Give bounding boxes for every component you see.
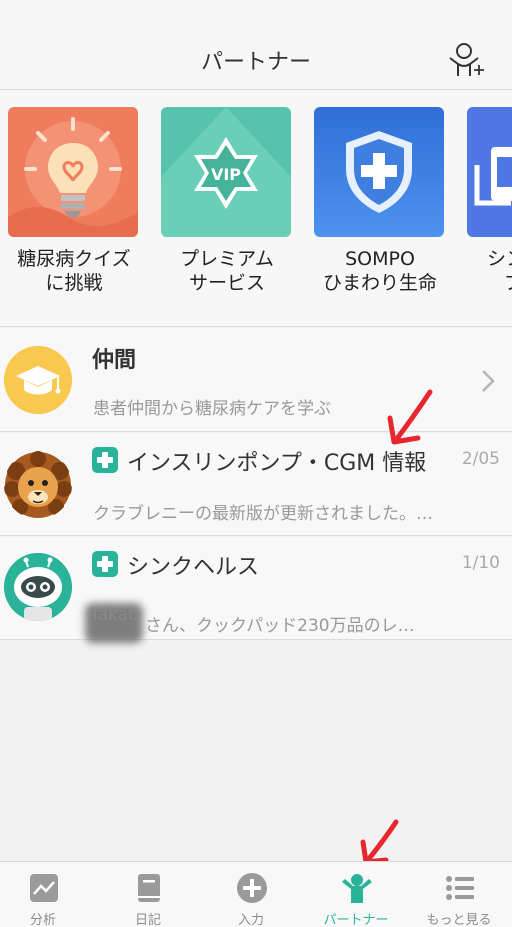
vip-star-icon: VIP [161, 107, 291, 237]
sync-health-tile[interactable]: シン ブ [467, 107, 512, 295]
community-title: 仲間 [92, 348, 137, 373]
quiz-tile-label-1: 糖尿病クイズ [17, 248, 131, 270]
partner-name-insulin: インスリンポンプ・CGM 情報 [92, 445, 426, 477]
chevron-right-icon [482, 370, 495, 392]
sync-tile-label-2: ブ [467, 271, 512, 295]
premium-tile[interactable]: VIP プレミアム サービス [161, 107, 293, 295]
partner-name-text: インスリンポンプ・CGM 情報 [127, 451, 427, 476]
tab-input[interactable]: 入力 [200, 862, 302, 927]
header: パートナー [0, 0, 512, 90]
sync-tile-label-1: シン [487, 248, 512, 270]
community-subtitle: 患者仲間から糖尿病ケアを学ぶ [93, 399, 331, 419]
graduation-cap-icon [4, 346, 72, 414]
partner-preview: クラブレニーの最新版が更新されました。… [93, 504, 433, 524]
premium-tile-label-2: サービス [188, 272, 265, 294]
tab-label: 分析 [29, 913, 56, 927]
quiz-tile-label-2: に挑戦 [45, 272, 103, 294]
lightbulb-icon [8, 107, 138, 237]
robot-avatar-icon [4, 553, 72, 621]
lion-avatar-icon [4, 451, 72, 519]
tab-label: 入力 [237, 913, 264, 927]
partner-date: 1/10 [461, 553, 500, 573]
add-friend-icon [449, 43, 484, 76]
sompo-tile[interactable]: SOMPO ひまわり生命 [314, 107, 446, 295]
diary-icon [138, 874, 160, 902]
tab-label: 日記 [134, 913, 161, 927]
tab-more[interactable]: もっと見る [408, 862, 510, 927]
tab-bar: 分析 日記 入力 パートナー もっと見る [0, 861, 512, 927]
partner-preview: Takao さん、クックパッド230万品のレ… [85, 603, 415, 643]
medical-plus-icon [92, 447, 118, 473]
partner-name-text: シンクヘルス [127, 555, 260, 580]
partner-name-synchealth: シンクヘルス [92, 549, 259, 581]
premium-tile-label-1: プレミアム [180, 248, 274, 270]
preview-user-name: Takao [90, 605, 139, 625]
tab-label: もっと見る [426, 913, 492, 927]
tab-partner[interactable]: パートナー [305, 862, 407, 927]
partner-carousel: 糖尿病クイズ に挑戦 VIP プレミアム サービス SOMPO ひまわり生命 シ [0, 91, 512, 327]
sync-health-icon [467, 107, 512, 237]
medical-plus-icon [92, 551, 118, 577]
tab-label: パートナー [323, 913, 389, 927]
tab-analysis[interactable]: 分析 [0, 862, 94, 927]
partner-row-insulin[interactable]: インスリンポンプ・CGM 情報 2/05 クラブレニーの最新版が更新されました。… [0, 433, 512, 536]
tab-diary[interactable]: 日記 [97, 862, 199, 927]
chart-icon [30, 874, 58, 902]
partner-date: 2/05 [461, 449, 500, 469]
vip-badge: VIP [211, 165, 241, 184]
partner-row-synchealth[interactable]: シンクヘルス 1/10 Takao さん、クックパッド230万品のレ… [0, 537, 512, 643]
add-friend-button[interactable] [444, 40, 490, 80]
plus-circle-icon [237, 873, 267, 903]
quiz-tile[interactable]: 糖尿病クイズ に挑戦 [8, 107, 140, 295]
sompo-tile-label-2: ひまわり生命 [322, 272, 437, 294]
more-list-icon [446, 876, 474, 900]
preview-text: さん、クックパッド230万品のレ… [145, 616, 415, 636]
sompo-tile-label-1: SOMPO [345, 248, 415, 270]
shield-plus-icon [314, 107, 444, 237]
partner-icon [342, 874, 372, 903]
annotation-arrow-icon [387, 389, 433, 445]
page-title: パートナー [200, 50, 311, 75]
